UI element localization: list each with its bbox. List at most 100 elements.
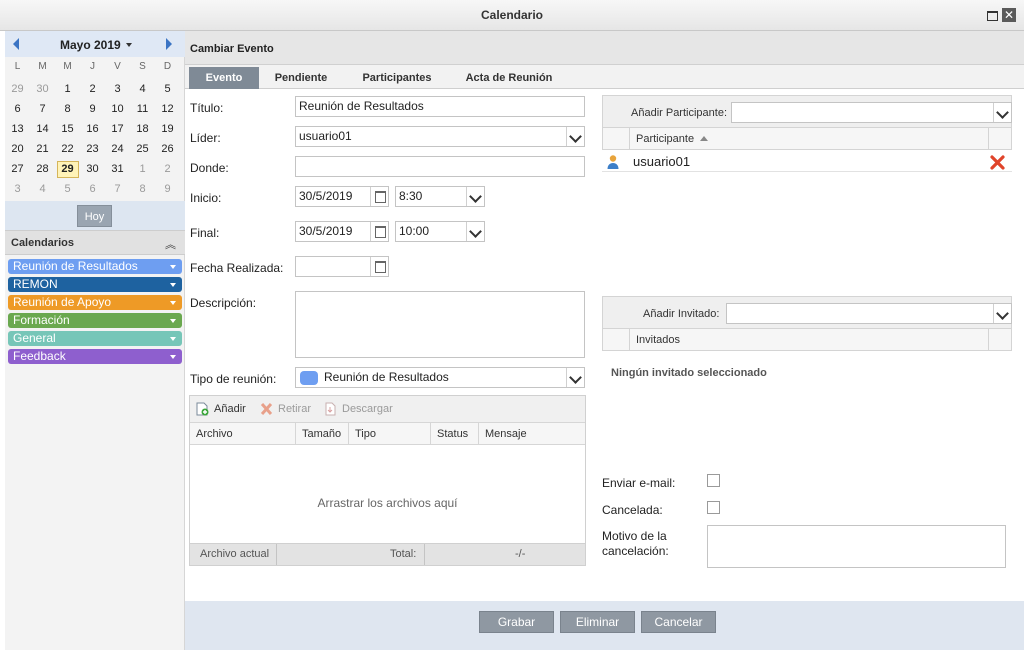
chevron-down-icon[interactable] <box>466 187 484 206</box>
add-guest-combo[interactable] <box>726 303 1012 324</box>
cancel-button[interactable]: Cancelar <box>641 611 716 633</box>
calendar-day[interactable]: 21 <box>30 139 55 159</box>
participant-column-header[interactable]: Participante <box>636 133 709 145</box>
calendar-item[interactable]: Reunión de Resultados <box>8 259 182 274</box>
calendar-picker-icon[interactable] <box>370 222 388 241</box>
drop-zone-text[interactable]: Arrastrar los archivos aquí <box>190 496 585 510</box>
guests-column-header[interactable]: Invitados <box>636 334 680 346</box>
calendar-picker-icon[interactable] <box>370 257 388 276</box>
download-file-icon[interactable] <box>324 402 337 416</box>
lider-combo[interactable]: usuario01 <box>295 126 585 147</box>
calendar-day[interactable]: 28 <box>30 159 55 179</box>
dropdown-arrow-icon[interactable] <box>170 319 176 323</box>
calendar-picker-icon[interactable] <box>370 187 388 206</box>
next-month-icon[interactable] <box>166 38 172 50</box>
calendar-day[interactable]: 2 <box>155 159 180 179</box>
close-icon[interactable]: ✕ <box>1002 8 1016 22</box>
calendar-day[interactable]: 2 <box>80 79 105 99</box>
donde-field[interactable] <box>295 156 585 177</box>
calendar-item[interactable]: REMON <box>8 277 182 292</box>
tab-evento[interactable]: Evento <box>189 67 259 89</box>
add-file-icon[interactable] <box>196 402 209 416</box>
tab-pendiente[interactable]: Pendiente <box>265 67 337 89</box>
calendar-day[interactable]: 8 <box>130 179 155 199</box>
calendar-day[interactable]: 22 <box>55 139 80 159</box>
calendar-day[interactable]: 4 <box>30 179 55 199</box>
calendar-day[interactable]: 24 <box>105 139 130 159</box>
column-mensaje[interactable]: Mensaje <box>479 423 585 445</box>
calendar-item[interactable]: Reunión de Apoyo <box>8 295 182 310</box>
calendar-day[interactable]: 15 <box>55 119 80 139</box>
calendars-section-header[interactable]: Calendarios ︽ <box>5 230 185 255</box>
chevron-down-icon[interactable] <box>466 222 484 241</box>
final-time-combo[interactable]: 10:00 <box>395 221 485 242</box>
calendar-day[interactable]: 26 <box>155 139 180 159</box>
calendar-day[interactable]: 30 <box>30 79 55 99</box>
tipo-reunion-combo[interactable]: Reunión de Resultados <box>295 367 585 388</box>
table-row[interactable]: usuario01 <box>602 152 1012 172</box>
save-button[interactable]: Grabar <box>479 611 554 633</box>
calendar-day[interactable]: 20 <box>5 139 30 159</box>
download-file-button[interactable]: Descargar <box>342 403 393 415</box>
dropdown-arrow-icon[interactable] <box>170 301 176 305</box>
inicio-date-field[interactable]: 30/5/2019 <box>295 186 389 207</box>
column-tamano[interactable]: Tamaño <box>296 423 349 445</box>
calendar-day[interactable]: 5 <box>155 79 180 99</box>
chevron-down-icon[interactable] <box>993 304 1011 323</box>
calendar-day[interactable]: 16 <box>80 119 105 139</box>
dropdown-arrow-icon[interactable] <box>170 283 176 287</box>
maximize-icon[interactable] <box>985 8 999 22</box>
inicio-time-combo[interactable]: 8:30 <box>395 186 485 207</box>
calendar-day[interactable]: 11 <box>130 99 155 119</box>
calendar-day[interactable]: 23 <box>80 139 105 159</box>
descripcion-textarea[interactable] <box>295 291 585 358</box>
cancelled-checkbox[interactable] <box>707 501 720 514</box>
calendar-day[interactable]: 19 <box>155 119 180 139</box>
calendar-day[interactable]: 10 <box>105 99 130 119</box>
calendar-day[interactable]: 3 <box>105 79 130 99</box>
calendar-day[interactable]: 1 <box>130 159 155 179</box>
final-date-field[interactable]: 30/5/2019 <box>295 221 389 242</box>
calendar-day-selected[interactable]: 29 <box>55 159 80 179</box>
calendar-day[interactable]: 8 <box>55 99 80 119</box>
calendar-day[interactable]: 29 <box>5 79 30 99</box>
calendar-day[interactable]: 5 <box>55 179 80 199</box>
calendar-day[interactable]: 17 <box>105 119 130 139</box>
tab-participantes[interactable]: Participantes <box>351 67 443 89</box>
add-participant-combo[interactable] <box>731 102 1012 123</box>
calendar-day[interactable]: 7 <box>30 99 55 119</box>
month-label[interactable]: Mayo 2019 <box>60 38 121 52</box>
remove-file-icon[interactable] <box>260 402 273 416</box>
calendar-day[interactable]: 30 <box>80 159 105 179</box>
calendar-day[interactable]: 3 <box>5 179 30 199</box>
collapse-icon[interactable]: ︽ <box>165 236 176 252</box>
calendar-day[interactable]: 1 <box>55 79 80 99</box>
send-email-checkbox[interactable] <box>707 474 720 487</box>
remove-icon[interactable] <box>990 155 1005 170</box>
calendar-day[interactable]: 6 <box>80 179 105 199</box>
calendar-day[interactable]: 18 <box>130 119 155 139</box>
dropdown-arrow-icon[interactable] <box>170 337 176 341</box>
tab-acta-de-reunion[interactable]: Acta de Reunión <box>457 67 561 89</box>
calendar-day[interactable]: 12 <box>155 99 180 119</box>
today-button[interactable]: Hoy <box>77 205 112 227</box>
calendar-day[interactable]: 6 <box>5 99 30 119</box>
calendar-day[interactable]: 9 <box>80 99 105 119</box>
column-status[interactable]: Status <box>431 423 479 445</box>
calendar-day[interactable]: 14 <box>30 119 55 139</box>
column-archivo[interactable]: Archivo <box>190 423 296 445</box>
calendar-day[interactable]: 27 <box>5 159 30 179</box>
add-file-button[interactable]: Añadir <box>214 403 246 415</box>
column-tipo[interactable]: Tipo <box>349 423 431 445</box>
calendar-day[interactable]: 4 <box>130 79 155 99</box>
delete-button[interactable]: Eliminar <box>560 611 635 633</box>
previous-month-icon[interactable] <box>13 38 19 50</box>
calendar-item[interactable]: General <box>8 331 182 346</box>
calendar-day[interactable]: 31 <box>105 159 130 179</box>
titulo-field[interactable]: Reunión de Resultados <box>295 96 585 117</box>
chevron-down-icon[interactable] <box>566 368 584 387</box>
dropdown-arrow-icon[interactable] <box>170 355 176 359</box>
calendar-day[interactable]: 13 <box>5 119 30 139</box>
calendar-item[interactable]: Formación <box>8 313 182 328</box>
calendar-day[interactable]: 25 <box>130 139 155 159</box>
